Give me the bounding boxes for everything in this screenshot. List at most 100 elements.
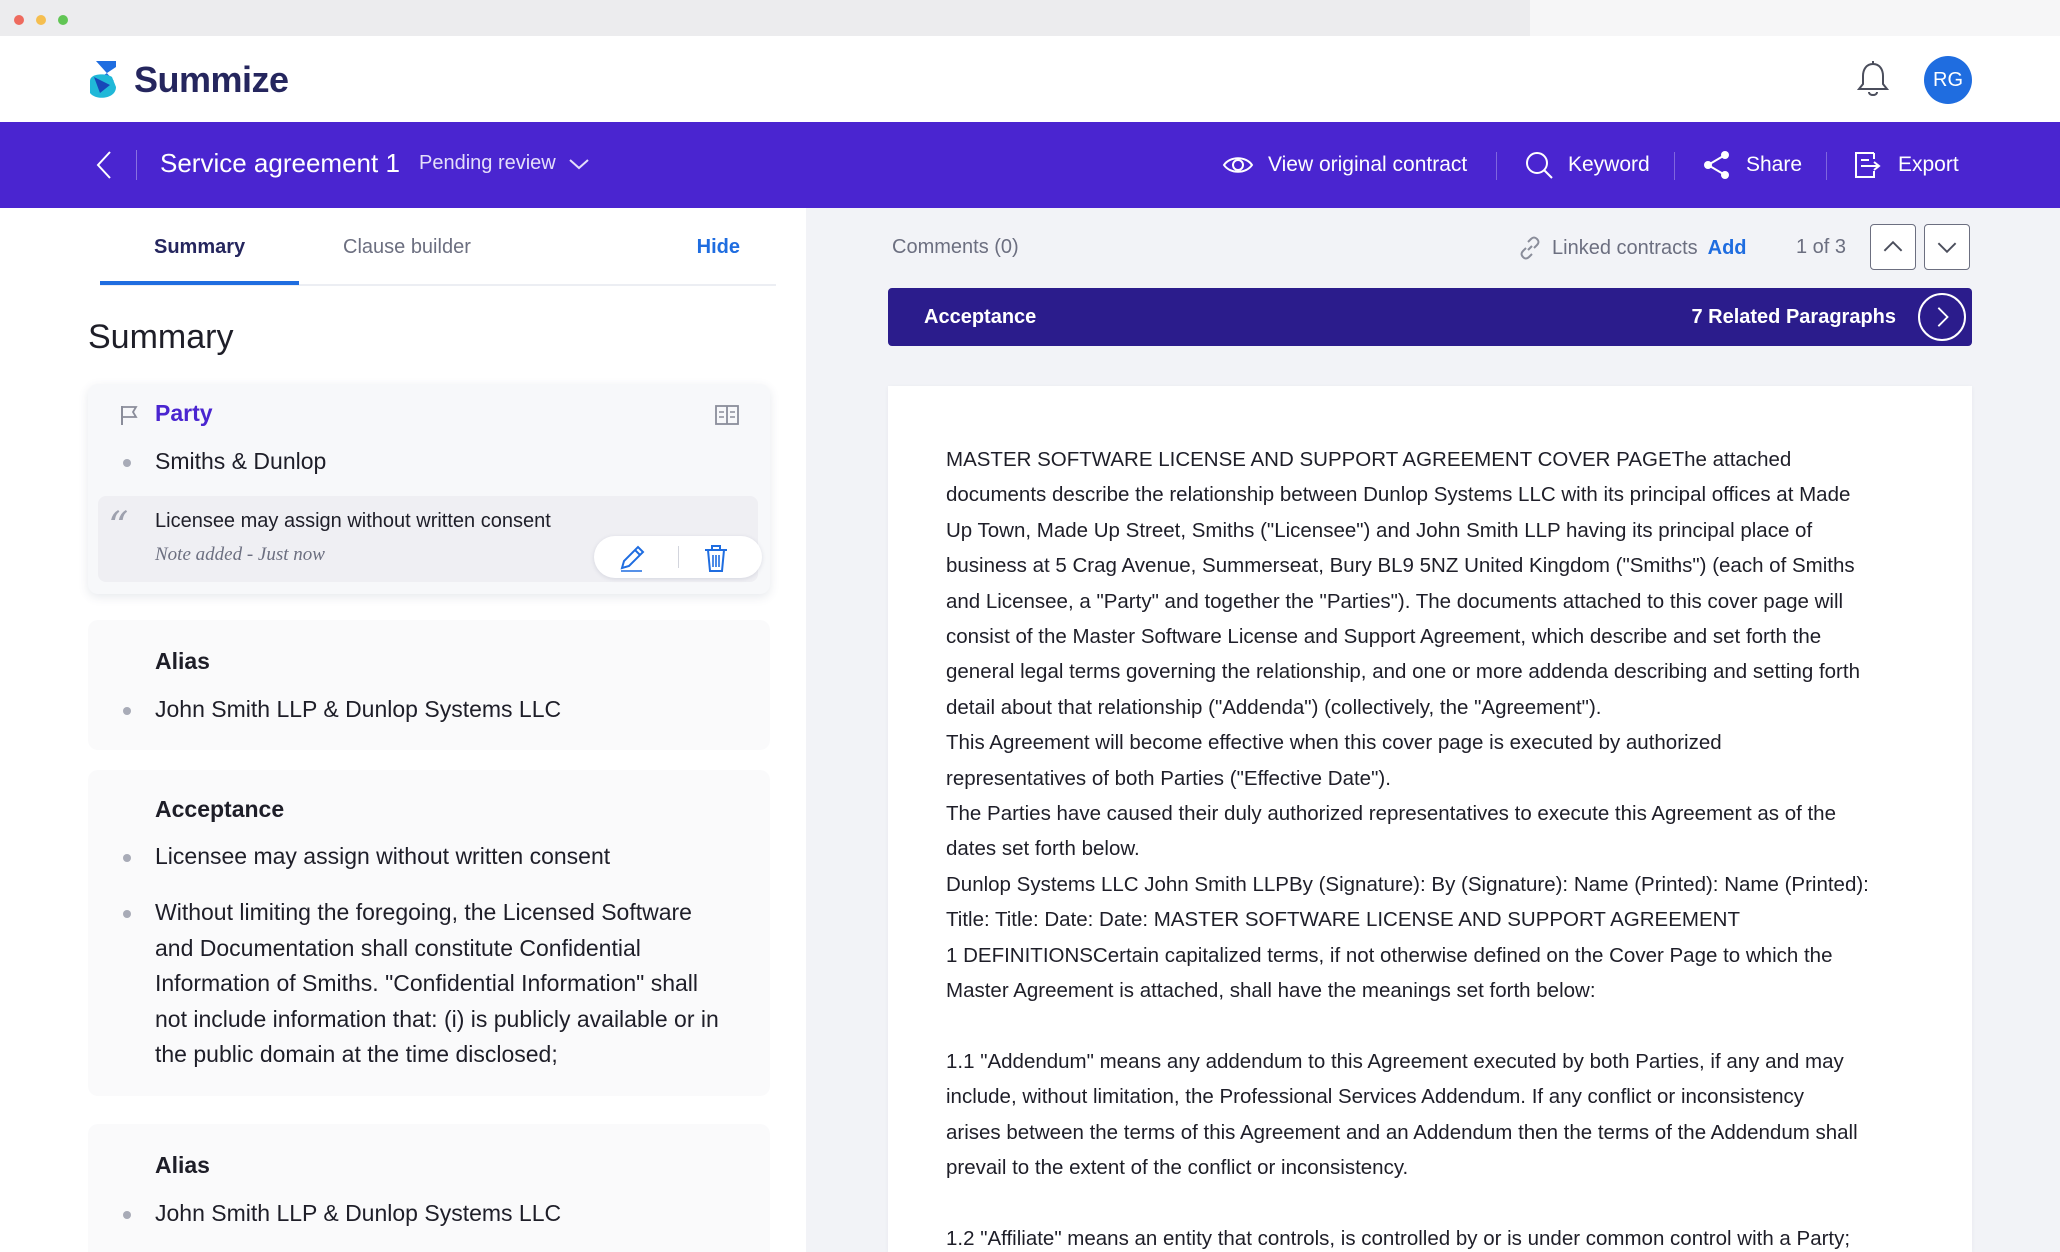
toolbar-separator (1674, 152, 1675, 180)
document-text-line: and Licensee, a "Party" and together the… (946, 589, 1844, 613)
document-text-line: prevail to the extent of the conflict or… (946, 1156, 1409, 1179)
document-text-line: Title: Title: Date: Date: MASTER SOFTWAR… (946, 908, 1740, 932)
alias-title: Alias (155, 648, 210, 674)
window-chrome (0, 0, 2060, 36)
share-label: Share (1746, 153, 1803, 176)
document-text-line: 1.2 "Affiliate" means an entity that con… (946, 1226, 1851, 1250)
alias-card: Alias John Smith LLP & Dunlop Systems LL… (88, 620, 770, 750)
view-original-contract-button[interactable]: View original contract (1222, 148, 1467, 182)
note-card: “ Licensee may assign without written co… (98, 496, 762, 582)
match-counter: 1 of 3 (1796, 236, 1847, 258)
brand-name: Summize (134, 59, 289, 100)
comments-link[interactable]: Comments (0) (892, 236, 1019, 259)
contract-title: Service agreement 1 (160, 148, 400, 178)
document-text-line: Dunlop Systems LLC John Smith LLPBy (Sig… (946, 872, 1869, 896)
linked-contracts: Linked contracts Add (1518, 236, 1747, 260)
bullet-marker (123, 1211, 131, 1219)
alias-value: John Smith LLP & Dunlop Systems LLC (155, 1200, 562, 1226)
app-header: Summize RG (0, 36, 2060, 122)
document-text-line: 1.1 "Addendum" means any addendum to thi… (946, 1049, 1844, 1073)
toolbar-divider (136, 150, 137, 180)
link-icon (1520, 236, 1540, 260)
active-tab-indicator (100, 281, 299, 285)
edit-pencil-icon[interactable] (616, 542, 648, 574)
keyword-label: Keyword (1568, 153, 1650, 176)
document-text-line: arises between the terms of this Agreeme… (946, 1120, 1858, 1144)
alias-card: Alias John Smith LLP & Dunlop Systems LL… (88, 1124, 770, 1252)
back-chevron-icon[interactable] (92, 146, 118, 184)
document-panel: Comments (0) Linked contracts Add 1 of 3… (806, 208, 2060, 1252)
share-icon (1704, 151, 1729, 179)
summary-panel: Summary Clause builder Hide Summary Part… (0, 208, 806, 1252)
view-original-label: View original contract (1268, 153, 1468, 176)
summize-logo[interactable]: Summize (86, 58, 289, 102)
acceptance-card: Acceptance Licensee may assign without w… (88, 770, 770, 1096)
hide-panel-link[interactable]: Hide (697, 236, 740, 259)
clause-name: Acceptance (924, 306, 1037, 328)
party-title[interactable]: Party (155, 400, 213, 427)
chevron-right-icon[interactable] (1918, 293, 1966, 341)
clause-banner: Acceptance 7 Related Paragraphs (888, 288, 1972, 346)
toolbar-separator (1496, 152, 1497, 180)
alias-value: John Smith LLP & Dunlop Systems LLC (155, 696, 562, 722)
document-text-line: This Agreement will become effective whe… (946, 731, 1722, 755)
add-linked-contract-link[interactable]: Add (1708, 237, 1747, 260)
summize-logo-icon (90, 61, 116, 98)
acceptance-item: Without limiting the foregoing, the Lice… (155, 899, 719, 1067)
linked-contracts-label: Linked contracts (1552, 236, 1698, 259)
close-window-button[interactable] (14, 15, 24, 25)
document-text-line: dates set forth below. (946, 837, 1140, 861)
bullet-marker (123, 459, 131, 467)
export-button[interactable]: Export (1852, 148, 1959, 182)
trash-icon[interactable] (700, 542, 732, 574)
document-text-line: 1 DEFINITIONSCertain capitalized terms, … (946, 943, 1833, 967)
previous-match-button[interactable] (1870, 224, 1916, 270)
book-icon[interactable] (714, 404, 740, 426)
document-text-line: include, without limitation, the Profess… (946, 1085, 1805, 1109)
note-text: Licensee may assign without written cons… (155, 510, 551, 532)
bullet-marker (123, 910, 131, 918)
document-text-line: MASTER SOFTWARE LICENSE AND SUPPORT AGRE… (946, 448, 1792, 471)
status-dropdown[interactable]: Pending review (419, 152, 590, 175)
bullet-marker (123, 707, 131, 715)
next-match-button[interactable] (1924, 224, 1970, 270)
status-label: Pending review (419, 152, 556, 174)
document-text-line: detail about that relationship ("Addenda… (946, 695, 1602, 719)
toolbar-separator (1826, 152, 1827, 180)
document-text-line: The Parties have caused their duly autho… (946, 802, 1836, 825)
document-text-line: general legal terms governing the relati… (946, 660, 1860, 684)
document-text-line: consist of the Master Software License a… (946, 625, 1822, 648)
summary-heading: Summary (88, 318, 234, 356)
document-text-line: documents describe the relationship betw… (946, 483, 1851, 507)
keyword-button[interactable]: Keyword (1524, 148, 1650, 182)
maximize-window-button[interactable] (58, 15, 68, 25)
search-icon (1526, 152, 1553, 179)
related-paragraphs-count: 7 Related Paragraphs (1691, 306, 1896, 328)
note-actions (594, 536, 762, 578)
user-avatar[interactable]: RG (1924, 56, 1972, 104)
tab-summary[interactable]: Summary (154, 236, 245, 259)
contract-document: MASTER SOFTWARE LICENSE AND SUPPORT AGRE… (888, 386, 1972, 1252)
document-text-line: business at 5 Crag Avenue, Summerseat, B… (946, 554, 1855, 578)
share-button[interactable]: Share (1702, 148, 1802, 182)
chevron-down-icon (569, 158, 589, 169)
minimize-window-button[interactable] (36, 15, 46, 25)
flag-icon[interactable] (118, 404, 140, 426)
export-label: Export (1898, 153, 1959, 176)
contract-toolbar: Service agreement 1 Pending review View … (0, 122, 2060, 208)
bullet-marker (123, 854, 131, 862)
acceptance-title: Acceptance (155, 796, 285, 822)
tab-clause-builder[interactable]: Clause builder (343, 236, 471, 259)
quote-icon: “ (108, 504, 129, 550)
eye-icon (1222, 157, 1254, 173)
party-value: Smiths & Dunlop (155, 448, 327, 474)
note-actions-divider (678, 546, 679, 568)
panel-tabs: Summary Clause builder Hide (100, 208, 776, 286)
export-icon (1855, 152, 1881, 178)
notification-bell-icon[interactable] (1856, 60, 1890, 98)
document-text-line: Master Agreement is attached, shall have… (946, 979, 1596, 1002)
document-text-line: Up Town, Made Up Street, Smiths ("Licens… (946, 518, 1813, 542)
alias-title: Alias (155, 1152, 210, 1178)
party-card: Party Smiths & Dunlop “ Licensee may ass… (88, 384, 770, 594)
window-chrome-strip (1530, 0, 2060, 36)
